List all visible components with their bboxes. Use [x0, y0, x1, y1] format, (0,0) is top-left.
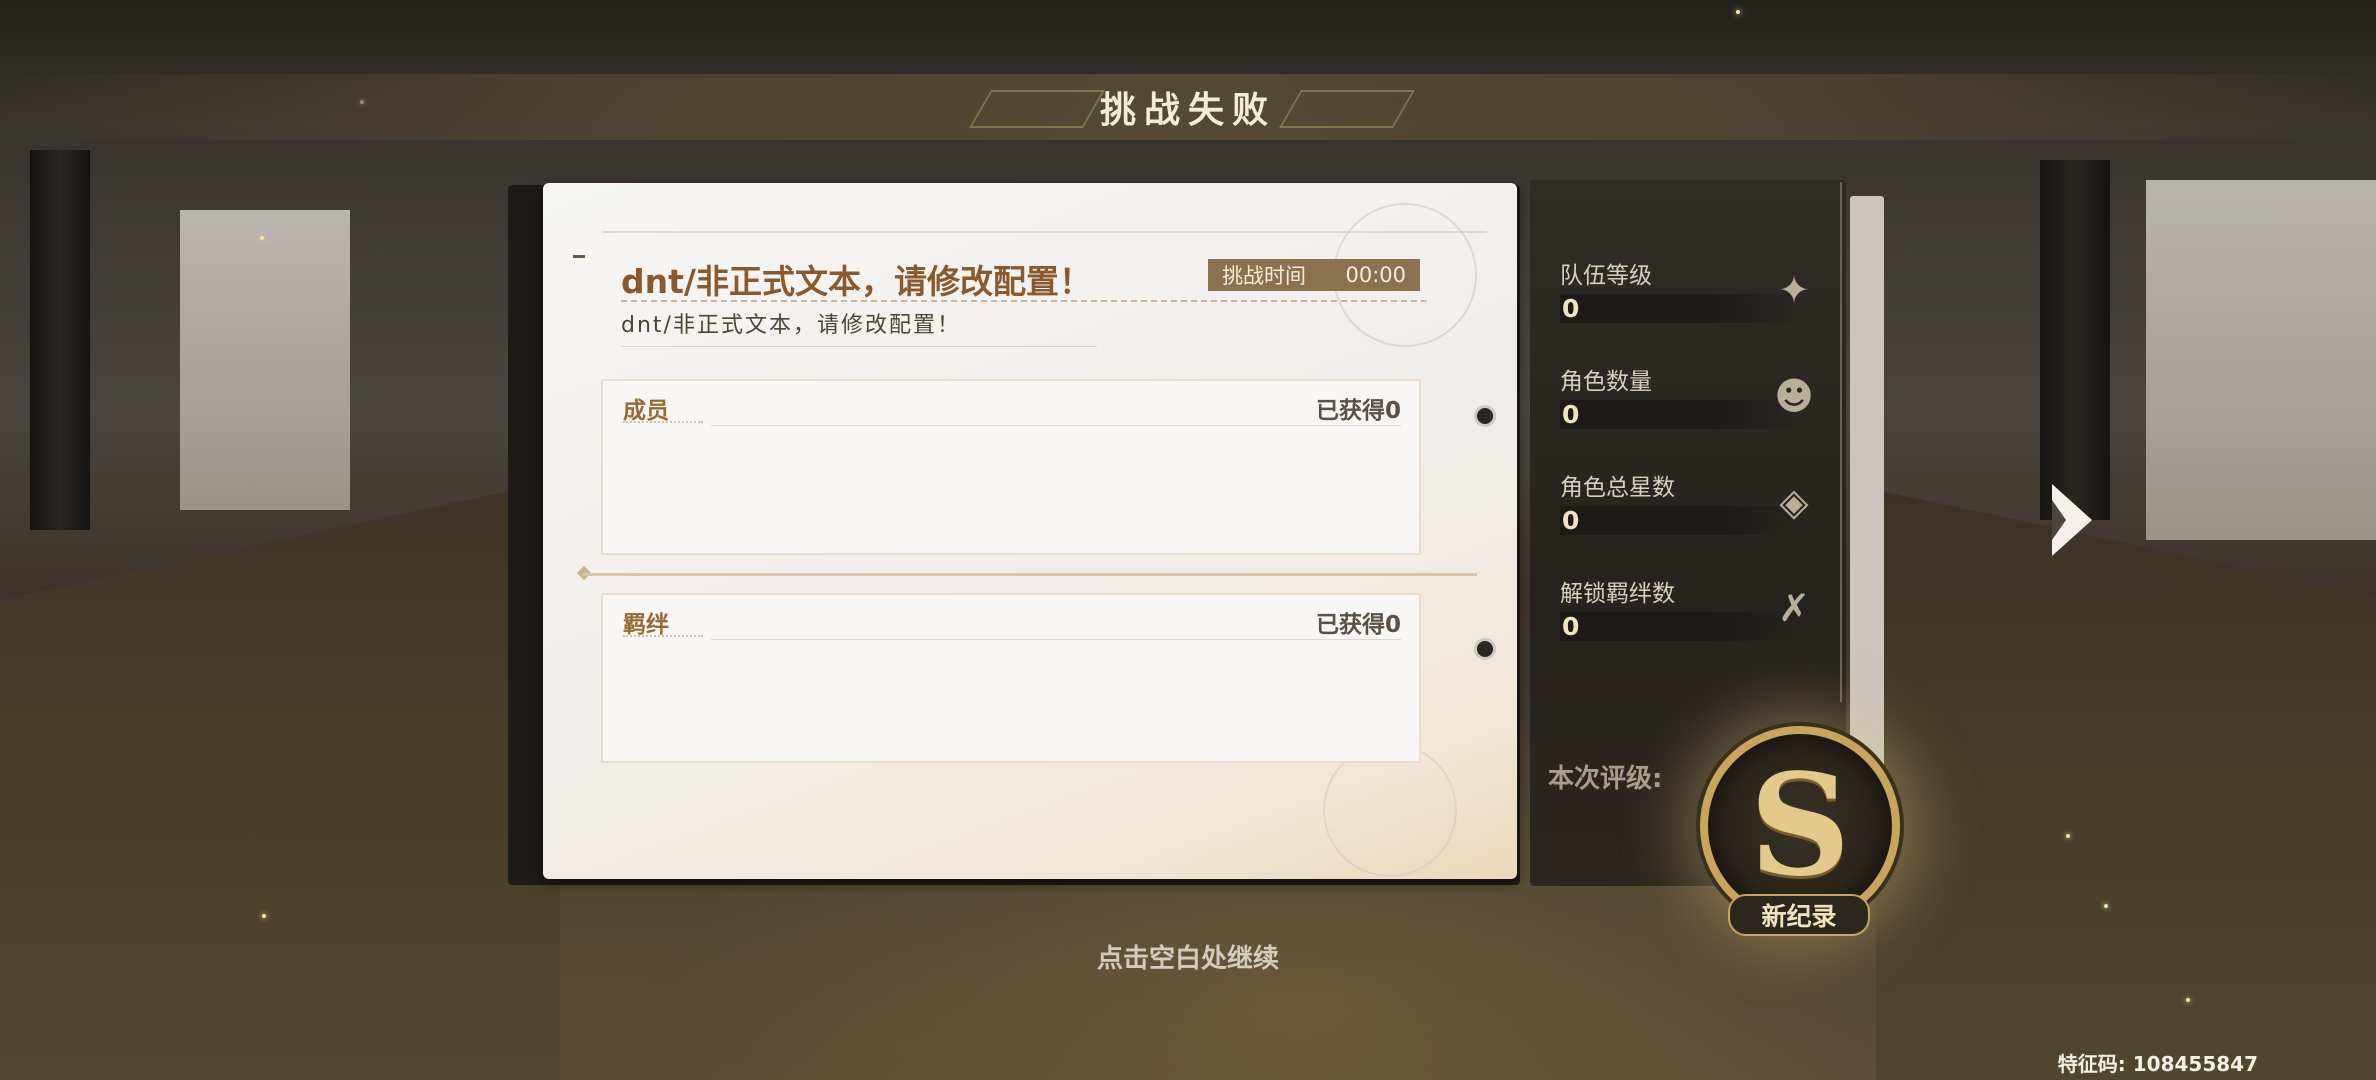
timer-label: 挑战时间: [1222, 264, 1306, 288]
rating-grade: S: [1749, 744, 1851, 908]
sparkle: [2104, 904, 2108, 908]
subtitle-underline: [621, 346, 1097, 347]
section-deco: [623, 421, 703, 429]
stats-divider: [1840, 182, 1842, 702]
bond-link-icon: ✗: [1778, 586, 1810, 630]
title-underline: [621, 300, 1427, 302]
left-floor: [0, 480, 560, 1080]
right-pillar: [2040, 160, 2110, 520]
report-subtitle: dnt/非正式文本，请修改配置！: [621, 313, 961, 338]
card-deco-circle: [1323, 743, 1457, 877]
section-deco: [623, 635, 703, 643]
title-ornament-left: [969, 90, 1105, 128]
bonds-section: 羁绊 已获得0: [601, 593, 1421, 763]
right-floor: [1876, 490, 2376, 1080]
members-section-title: 成员: [623, 398, 669, 424]
bonds-count: 已获得0: [1315, 612, 1401, 638]
sparkle: [262, 914, 266, 918]
character-head-icon: ☻: [1774, 374, 1814, 418]
stats-backplate: [1850, 196, 1884, 836]
left-window: [180, 210, 350, 510]
bonds-section-title: 羁绊: [623, 612, 669, 638]
left-pillar: [30, 150, 90, 530]
report-card: dnt/非正式文本，请修改配置！ dnt/非正式文本，请修改配置！ 挑战时间 0…: [543, 183, 1517, 879]
sparkle: [260, 236, 264, 240]
star-badge-icon: ◈: [1779, 480, 1809, 524]
sparkle: [2066, 834, 2070, 838]
section-separator: [583, 573, 1477, 576]
report-title: dnt/非正式文本，请修改配置！: [621, 262, 1092, 301]
timer-value: 00:00: [1345, 263, 1406, 287]
next-arrow-notch: [2052, 500, 2066, 540]
binder-ring: [1474, 638, 1496, 660]
new-record-badge: 新纪录: [1728, 894, 1870, 936]
members-count: 已获得0: [1315, 398, 1401, 424]
sparkle: [2186, 998, 2190, 1002]
feature-code: 特征码: 108455847: [2057, 1052, 2258, 1076]
right-window: [2146, 180, 2376, 540]
continue-hint[interactable]: 点击空白处继续: [0, 938, 2376, 975]
section-rule: [711, 425, 1401, 426]
challenge-timer-badge: 挑战时间 00:00: [1208, 259, 1420, 291]
sparkle-star-icon: ✦: [1778, 268, 1810, 312]
title-banner: 挑战失败: [0, 74, 2376, 140]
page-title: 挑战失败: [1099, 90, 1276, 131]
title-ornament-right: [1279, 90, 1415, 128]
sparkle: [1736, 10, 1740, 14]
section-rule: [711, 639, 1401, 640]
binder-ring: [1474, 405, 1496, 427]
card-dash-mark: [573, 255, 585, 258]
members-section: 成员 已获得0: [601, 379, 1421, 555]
rating-label: 本次评级:: [1548, 764, 1663, 794]
